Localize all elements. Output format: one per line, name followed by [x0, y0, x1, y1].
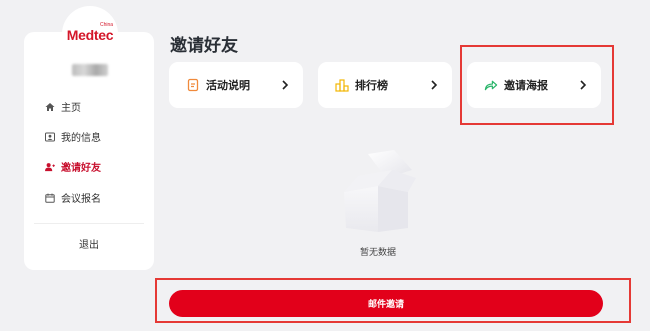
ranking-card[interactable]: 排行榜: [318, 62, 452, 108]
empty-state-text: 暂无数据: [359, 248, 396, 258]
sidebar-item-home[interactable]: 主页: [45, 99, 81, 114]
empty-box-illustration: [336, 148, 420, 236]
calendar-icon: [45, 193, 55, 203]
user-card-icon: [45, 132, 55, 142]
home-icon: [45, 102, 55, 112]
chevron-right-icon: [579, 80, 587, 90]
sidebar-item-my-info[interactable]: 我的信息: [45, 129, 101, 144]
invite-friends-icon: [45, 162, 55, 172]
logo-superscript: China: [100, 22, 114, 28]
sidebar-item-label: 我的信息: [61, 133, 101, 144]
activity-notes-card[interactable]: 活动说明: [169, 62, 303, 108]
ranking-icon: [335, 78, 349, 92]
brand-logo[interactable]: Medtec: [62, 6, 118, 62]
sidebar-divider: [34, 223, 144, 224]
sidebar-item-label: 邀请好友: [61, 163, 101, 174]
sidebar-item-label: 主页: [61, 103, 81, 114]
chevron-right-icon: [281, 80, 289, 90]
sidebar-item-invite-friends[interactable]: 邀请好友: [45, 159, 101, 174]
logout-button[interactable]: 退出: [24, 236, 154, 251]
mail-invite-button[interactable]: 邮件邀请: [169, 290, 603, 317]
sidebar-item-meeting-signup[interactable]: 会议报名: [45, 190, 101, 205]
page-title: 邀请好友: [170, 36, 238, 56]
share-arrow-icon: [484, 78, 498, 92]
activity-notes-icon: [186, 78, 200, 92]
logo-text: Medtec: [66, 27, 114, 43]
sidebar-item-label: 会议报名: [61, 194, 101, 205]
invite-poster-card[interactable]: 邀请海报: [467, 62, 601, 108]
chevron-right-icon: [430, 80, 438, 90]
card-label: 活动说明: [206, 79, 250, 92]
username-blurred: [72, 64, 108, 76]
card-label: 邀请海报: [504, 79, 548, 92]
card-label: 排行榜: [355, 79, 388, 92]
